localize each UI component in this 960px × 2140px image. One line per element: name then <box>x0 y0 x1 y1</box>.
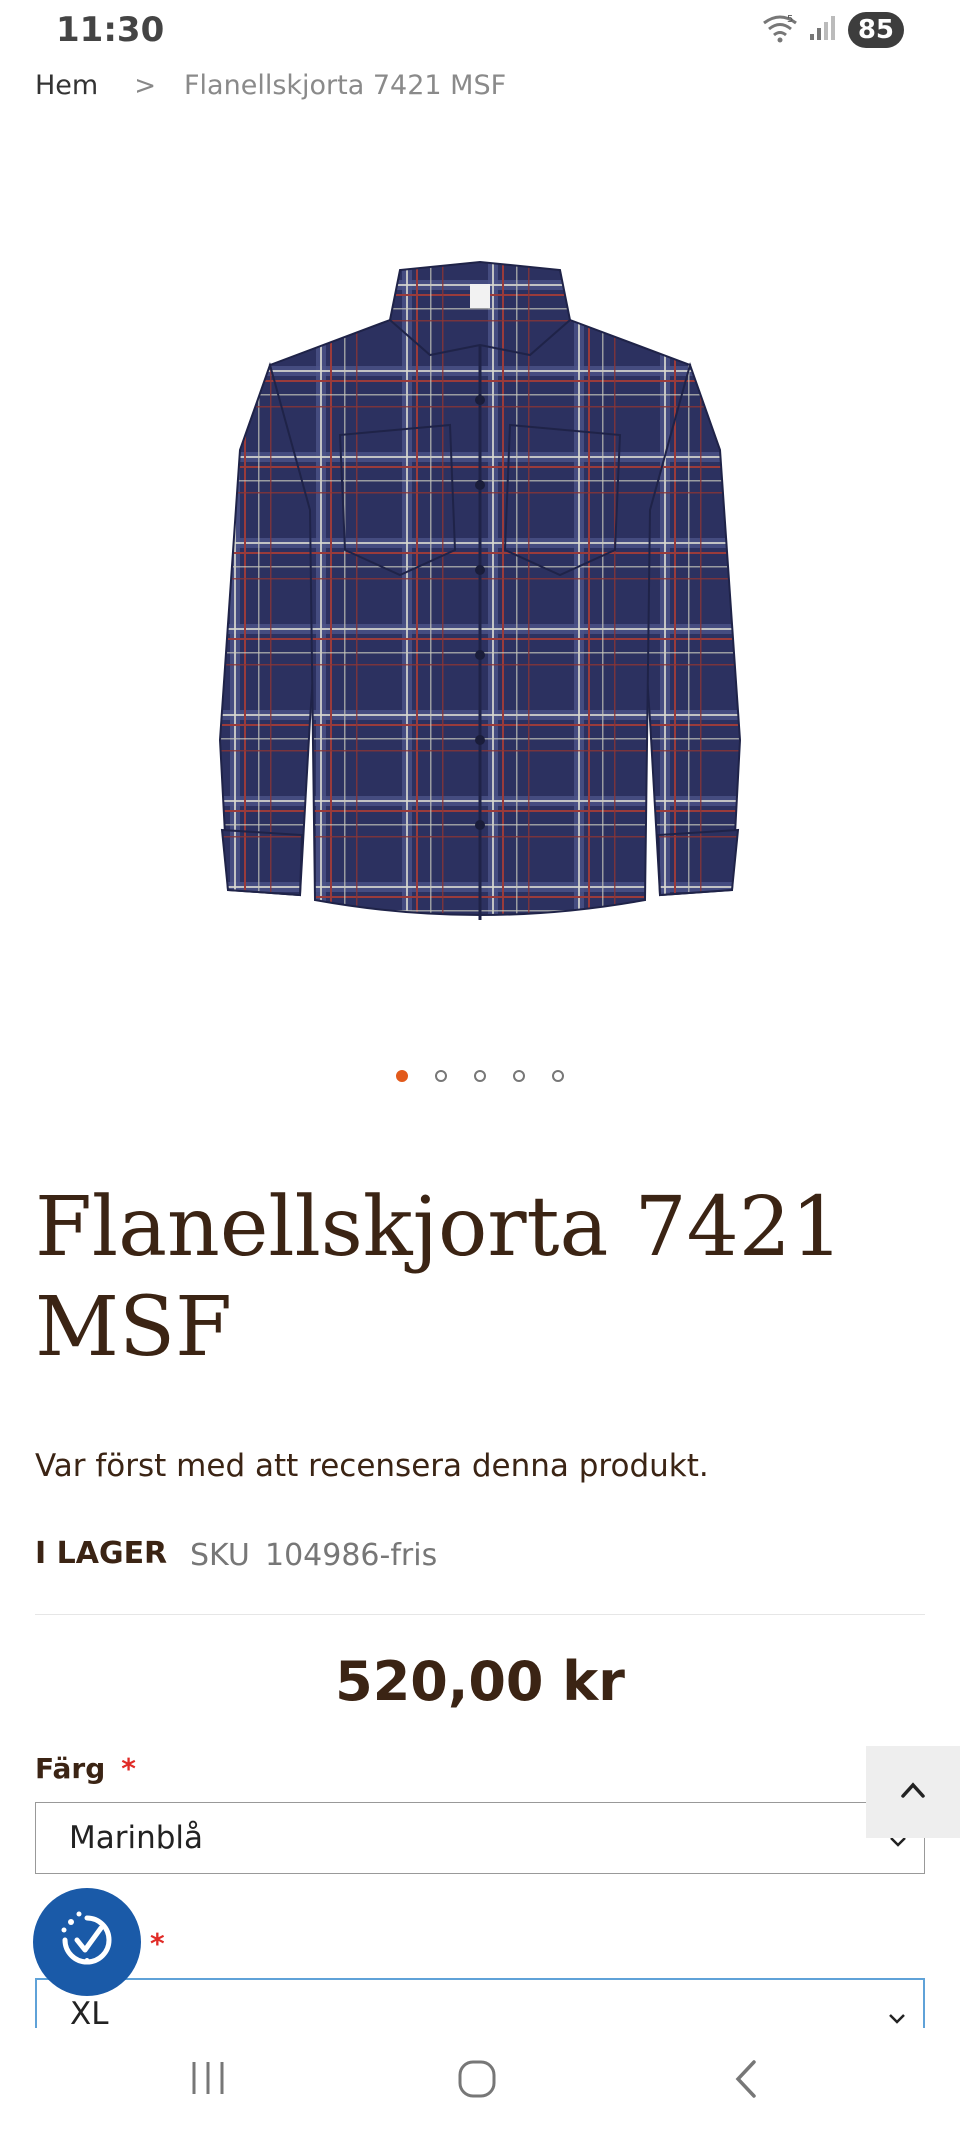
color-select-value: Marinblå <box>69 1820 204 1856</box>
status-bar: 11:30 5 85 <box>0 0 960 66</box>
back-icon[interactable] <box>730 2058 760 2104</box>
signal-icon <box>808 14 838 46</box>
home-icon[interactable] <box>456 2058 498 2104</box>
gallery-dot[interactable] <box>513 1070 525 1082</box>
size-select-value: XL <box>70 1996 109 2032</box>
breadcrumb-current: Flanellskjorta 7421 MSF <box>184 70 507 101</box>
gallery-dot[interactable] <box>396 1070 408 1082</box>
breadcrumb-separator: > <box>134 70 157 101</box>
status-icons: 5 85 <box>762 12 904 48</box>
color-label: Färg * <box>35 1752 136 1785</box>
back-to-top-button[interactable] <box>866 1746 960 1838</box>
certification-badge-icon <box>47 1900 127 1984</box>
clock: 11:30 <box>56 10 165 50</box>
review-link[interactable]: Var först med att recensera denna produk… <box>35 1448 709 1484</box>
certification-badge[interactable] <box>33 1888 141 1996</box>
gallery-dot[interactable] <box>435 1070 447 1082</box>
breadcrumb-home-link[interactable]: Hem <box>35 70 98 101</box>
gallery-dot[interactable] <box>474 1070 486 1082</box>
divider <box>35 1614 925 1615</box>
product-title: Flanellskjorta 7421 MSF <box>35 1180 844 1375</box>
system-nav-bar <box>0 2028 960 2140</box>
chevron-up-icon <box>895 1772 931 1812</box>
product-gallery[interactable] <box>0 120 960 1060</box>
required-mark: * <box>150 1927 165 1960</box>
color-select[interactable]: Marinblå <box>35 1802 925 1874</box>
required-mark: * <box>121 1752 136 1785</box>
gallery-dot[interactable] <box>552 1070 564 1082</box>
recent-apps-icon[interactable] <box>188 2058 228 2102</box>
size-label: * <box>150 1927 165 1960</box>
color-label-text: Färg <box>35 1752 106 1785</box>
svg-text:5: 5 <box>787 14 793 25</box>
battery-indicator: 85 <box>847 12 904 48</box>
sku-value: 104986-fris <box>265 1538 438 1573</box>
product-price: 520,00 kr <box>335 1650 625 1713</box>
wifi-icon: 5 <box>762 13 798 47</box>
sku-label: SKU <box>190 1538 250 1573</box>
breadcrumb: Hem > Flanellskjorta 7421 MSF <box>35 70 506 101</box>
product-image[interactable] <box>200 250 760 950</box>
gallery-dots <box>0 1070 960 1082</box>
stock-status: I LAGER <box>35 1536 168 1571</box>
